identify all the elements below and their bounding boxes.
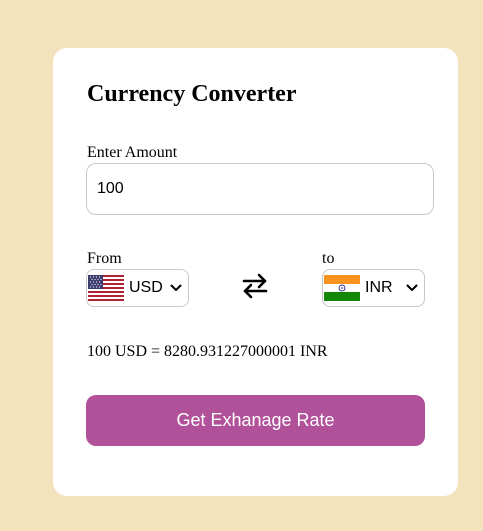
result-equals: =	[151, 343, 161, 360]
result-from-currency: USD	[115, 343, 148, 360]
result-amount: 100	[87, 343, 111, 360]
us-flag-icon	[88, 275, 124, 301]
chevron-down-icon	[406, 284, 418, 291]
to-label: to	[322, 250, 335, 267]
swap-arrows-icon[interactable]	[242, 272, 268, 300]
page-title: Currency Converter	[87, 81, 297, 107]
from-currency-value: USD	[129, 279, 163, 296]
result-value: 8280.931227000001	[164, 343, 297, 360]
amount-input[interactable]	[86, 163, 434, 215]
chevron-down-icon	[170, 284, 182, 291]
from-currency-select[interactable]: USD	[86, 269, 189, 307]
india-flag-icon	[324, 275, 360, 301]
to-currency-value: INR	[365, 279, 393, 296]
from-label: From	[87, 250, 122, 267]
to-currency-select[interactable]: INR	[322, 269, 425, 307]
conversion-result: 100 USD = 8280.931227000001 INR	[87, 343, 328, 361]
result-to-currency: INR	[300, 343, 328, 360]
converter-card: Currency Converter Enter Amount From to …	[53, 48, 458, 496]
get-exchange-rate-button[interactable]: Get Exhanage Rate	[86, 395, 425, 446]
amount-label: Enter Amount	[87, 144, 178, 161]
